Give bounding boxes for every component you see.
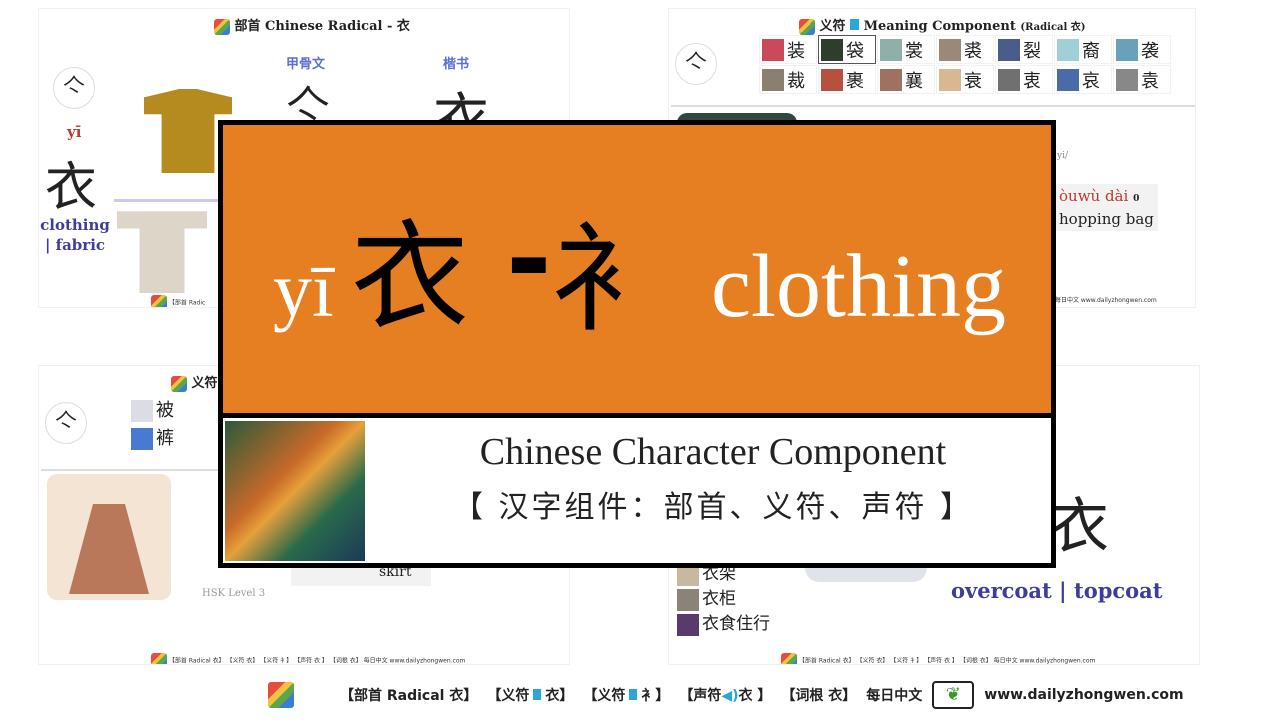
seal-icon: 亽 bbox=[675, 43, 717, 85]
logo-icon bbox=[799, 18, 815, 35]
logo-icon bbox=[781, 653, 797, 664]
footer-link-radical[interactable]: 【部首 Radical 衣】 bbox=[340, 685, 477, 705]
word-box: òuwù dài 0 hopping bag bbox=[1055, 184, 1158, 231]
root-char: 衣 bbox=[1049, 492, 1109, 562]
word-item[interactable]: 衣食住行 bbox=[677, 612, 770, 637]
char-cell[interactable]: 衰 bbox=[936, 65, 994, 94]
meaning-card-title: 义符 Meaning Component (Radical 衣) bbox=[799, 15, 1086, 35]
char-cell[interactable]: 襄 bbox=[877, 65, 935, 94]
partial-text: yi/ bbox=[1057, 151, 1068, 161]
subtitle-en: Chinese Character Component bbox=[479, 431, 947, 473]
banner-character: 衣 bbox=[351, 208, 470, 346]
banner-variant: 衤 bbox=[551, 210, 670, 348]
footer-bar: 【部首 Radical 衣】 【义符 衣】 【义符 衤】 【声符◀)衣 】 【词根 … bbox=[268, 680, 1184, 710]
title-cn: 义符 bbox=[819, 19, 846, 34]
card-title: 义符 bbox=[171, 372, 218, 392]
title-cn: 义符 bbox=[191, 376, 218, 391]
subtitle-box: Chinese Character Component 【 汉字组件：部首、义符… bbox=[218, 414, 1056, 568]
char-cell[interactable]: 裁 bbox=[759, 65, 817, 94]
char-cell[interactable]: 裂 bbox=[995, 35, 1053, 64]
painting-image bbox=[225, 421, 365, 561]
oracle-label: 甲骨文 bbox=[286, 57, 326, 72]
char-cell[interactable]: 袋 bbox=[818, 35, 876, 64]
char-cell[interactable]: 装 bbox=[759, 35, 817, 64]
word-meaning: hopping bag bbox=[1059, 210, 1154, 228]
title-en: Meaning Component bbox=[863, 19, 1016, 34]
char-cell[interactable]: 裔 bbox=[1054, 35, 1112, 64]
mini-footer: 【部首 Radical 衣】 【义符 衣】 【义符 衤】 【声符 衣 】 【词根… bbox=[798, 657, 1096, 665]
footer-link-meaning-variant[interactable]: 【义符 衤】 bbox=[583, 685, 669, 705]
banner-meaning: clothing bbox=[711, 237, 1006, 336]
regular-label: 楷书 bbox=[443, 57, 470, 72]
char-cell[interactable]: 袁 bbox=[1113, 65, 1171, 94]
seal-icon: 亽 bbox=[53, 67, 95, 109]
footer-url[interactable]: www.dailyzhongwen.com bbox=[984, 687, 1183, 703]
char-cell[interactable]: 被 bbox=[131, 396, 174, 422]
word-item[interactable]: 衣柜 bbox=[677, 587, 770, 612]
hsk-level: HSK Level 3 bbox=[202, 588, 266, 599]
logo-icon bbox=[151, 295, 167, 307]
book-icon bbox=[850, 19, 860, 30]
char-cell[interactable]: 裤 bbox=[131, 424, 174, 450]
radical-card-title: 部首 Chinese Radical - 衣 bbox=[214, 15, 410, 35]
character: 衣 bbox=[45, 158, 98, 218]
title-banner: yī 衣 - 衤 clothing bbox=[218, 120, 1056, 418]
char-cell[interactable]: 裘 bbox=[936, 35, 994, 64]
seal-icon: 亽 bbox=[45, 402, 87, 444]
title-text: 部首 Chinese Radical - 衣 bbox=[234, 19, 410, 34]
footer-link-root[interactable]: 【词根 衣】 bbox=[781, 685, 856, 705]
char-grid: 装 袋 裳 裘 裂 裔 袭 裁 裹 襄 衰 衷 哀 袁 bbox=[759, 35, 1171, 94]
footer-brand: 每日中文 bbox=[866, 688, 923, 704]
mini-footer: 【部首 Radical 衣】 【义符 衣】 【义符 衤】 【声符 衣 】 【词根… bbox=[168, 657, 466, 665]
speaker-icon: ◀) bbox=[721, 688, 739, 704]
leaf-icon: ❦ bbox=[932, 681, 975, 709]
pinyin: yī bbox=[67, 123, 82, 141]
banner-pinyin: yī bbox=[273, 246, 334, 333]
skirt-image bbox=[47, 474, 171, 600]
book-icon bbox=[533, 689, 542, 700]
subtitle-cn: 【 汉字组件：部首、义符、声符 】 bbox=[452, 490, 974, 525]
char-cell[interactable]: 裹 bbox=[818, 65, 876, 94]
footer-link-sound[interactable]: 【声符◀)衣 】 bbox=[679, 685, 771, 705]
footer-link-meaning[interactable]: 【义符 衣】 bbox=[487, 685, 573, 705]
mini-footer: 每日中文 www.dailyzhongwen.com bbox=[1055, 297, 1157, 304]
logo-icon bbox=[214, 18, 230, 35]
char-cell[interactable]: 衷 bbox=[995, 65, 1053, 94]
logo-icon bbox=[268, 682, 294, 708]
title-note: (Radical 衣) bbox=[1020, 22, 1086, 33]
divider bbox=[671, 105, 1195, 107]
robe-image-2 bbox=[117, 211, 207, 293]
meaning: clothing | fabric bbox=[40, 216, 110, 254]
logo-icon bbox=[171, 375, 187, 392]
root-meaning: overcoat | topcoat bbox=[951, 578, 1163, 603]
word-list: 衣架 衣柜 衣食住行 bbox=[677, 562, 770, 637]
book-icon bbox=[629, 689, 638, 700]
char-cell[interactable]: 哀 bbox=[1054, 65, 1112, 94]
char-cell[interactable]: 袭 bbox=[1113, 35, 1171, 64]
banner-dash: - bbox=[506, 195, 552, 323]
word-pinyin: òuwù dài bbox=[1059, 187, 1129, 205]
word-badge: 0 bbox=[1133, 194, 1140, 204]
mini-footer: 【部首 Radic bbox=[168, 299, 206, 307]
char-cell[interactable]: 裳 bbox=[877, 35, 935, 64]
logo-icon bbox=[151, 653, 167, 664]
